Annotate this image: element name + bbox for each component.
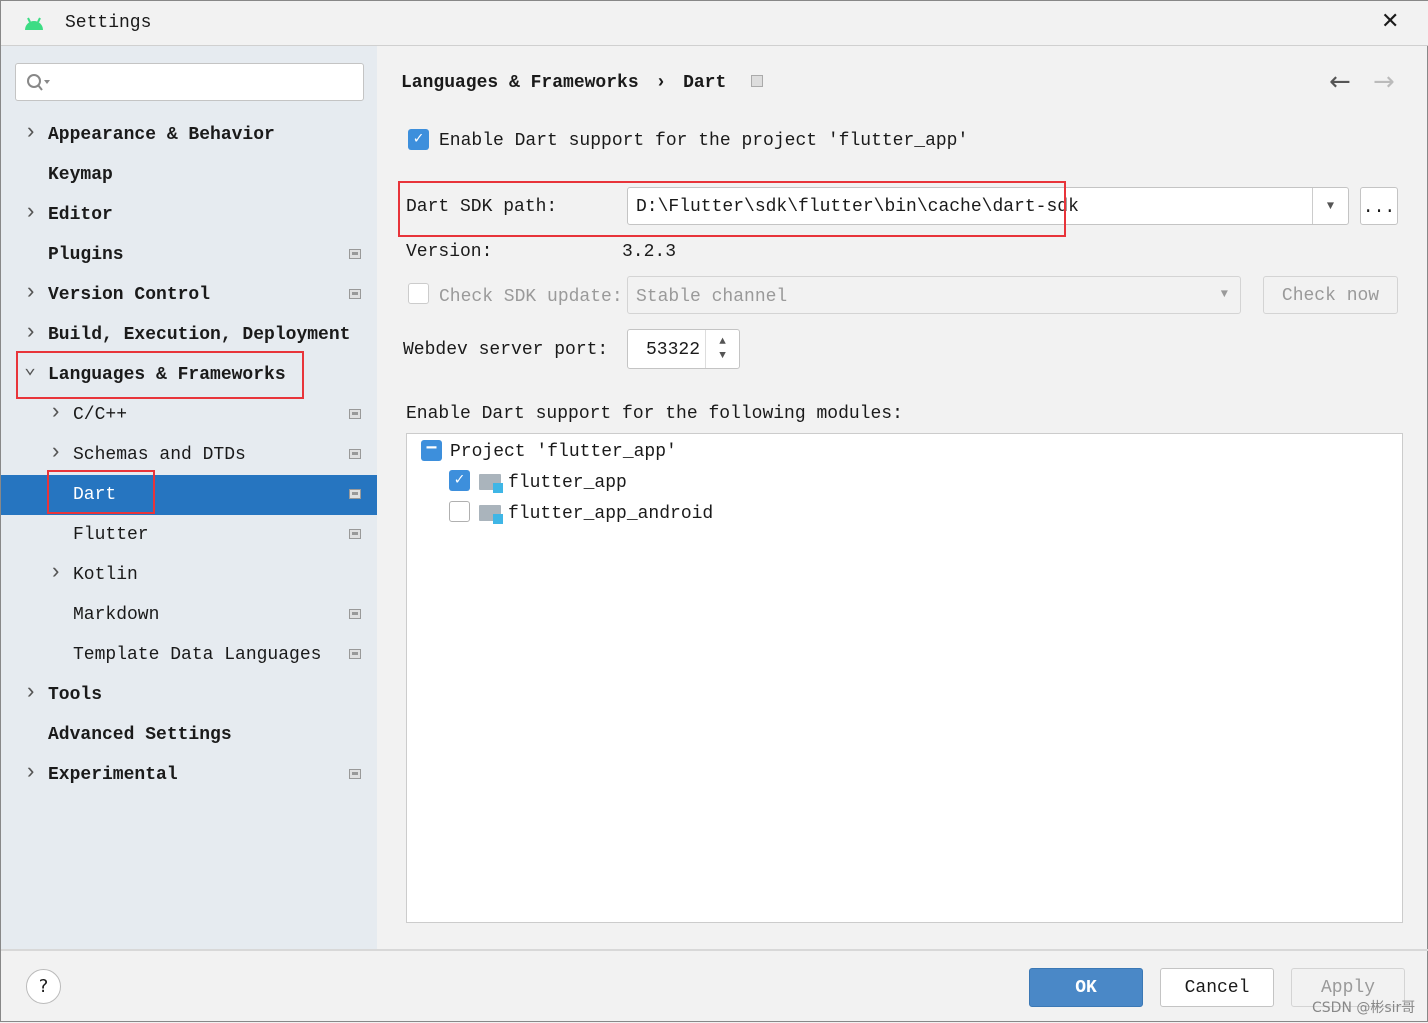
module-folder-icon [479,505,503,524]
channel-select[interactable]: Stable channel ▼ [627,276,1241,314]
search-icon [27,74,50,91]
project-scope-icon [349,529,361,539]
project-scope-icon [349,449,361,459]
sidebar-item-markdown[interactable]: Markdown [1,595,377,635]
port-value: 53322 [646,340,701,360]
project-scope-icon [751,75,764,87]
enable-dart-label: Enable Dart support for the project 'flu… [439,131,969,151]
channel-value: Stable channel [636,287,788,307]
dropdown-arrow-icon: ▼ [1220,287,1228,301]
project-partial-checkbox[interactable]: − [421,440,442,461]
chevron-right-icon[interactable]: › [49,433,62,473]
footer: ? OK Cancel Apply CSDN @彬sir哥 [1,949,1428,1023]
back-arrow-icon[interactable]: ← [1329,67,1351,97]
chevron-right-icon[interactable]: › [49,393,62,433]
module-label: flutter_app_android [508,504,714,524]
sidebar-item-label: Markdown [73,605,160,625]
breadcrumb-parent[interactable]: Languages & Frameworks [401,73,639,93]
project-scope-icon [349,649,361,659]
project-scope-icon [349,409,361,419]
sidebar-item-keymap[interactable]: Keymap [1,155,377,195]
breadcrumb-separator: › [655,73,667,93]
module-folder-icon [479,474,503,493]
chevron-right-icon[interactable]: › [24,193,37,233]
chevron-right-icon[interactable]: › [24,753,37,793]
sidebar-item-schemas-and-dtds[interactable]: › Schemas and DTDs [1,435,377,475]
sidebar-item-label: Advanced Settings [48,725,232,745]
sidebar-item-kotlin[interactable]: › Kotlin [1,555,377,595]
chevron-right-icon[interactable]: › [24,313,37,353]
check-update-label: Check SDK update: [439,287,623,307]
module-checkbox-flutter-app-android[interactable] [449,501,470,522]
sidebar-item-label: Appearance & Behavior [48,125,275,145]
ok-button[interactable]: OK [1029,968,1143,1007]
check-update-checkbox[interactable] [408,283,429,304]
sidebar-item-label: Keymap [48,165,113,185]
chevron-right-icon[interactable]: › [49,553,62,593]
highlight-sdk-path [398,181,1066,237]
check-now-button[interactable]: Check now [1263,276,1398,314]
project-scope-icon [349,769,361,779]
project-scope-icon [349,289,361,299]
sidebar-item-label: Version Control [48,285,211,305]
sidebar-item-build-execution-deployment[interactable]: › Build, Execution, Deployment [1,315,377,355]
sidebar-item-label: Schemas and DTDs [73,445,246,465]
forward-arrow-icon[interactable]: → [1373,67,1395,97]
module-label: flutter_app [508,473,627,493]
sidebar-item-label: Template Data Languages [73,645,322,665]
search-input[interactable] [15,63,364,101]
sidebar-item-label: Kotlin [73,565,138,585]
sidebar-item-tools[interactable]: › Tools [1,675,377,715]
sidebar-item-label: Editor [48,205,113,225]
highlight-languages-frameworks [16,351,304,399]
breadcrumb-current: Dart [683,73,727,93]
breadcrumb: Languages & Frameworks › Dart [401,73,764,93]
project-scope-icon [349,249,361,259]
chevron-right-icon[interactable]: › [24,273,37,313]
modules-label: Enable Dart support for the following mo… [406,404,903,424]
sidebar-item-c-c-[interactable]: › C/C++ [1,395,377,435]
sidebar-item-flutter[interactable]: Flutter [1,515,377,555]
cancel-button[interactable]: Cancel [1160,968,1274,1007]
window-title: Settings [65,13,152,33]
sidebar-item-version-control[interactable]: › Version Control [1,275,377,315]
sidebar-item-plugins[interactable]: Plugins [1,235,377,275]
enable-dart-checkbox[interactable]: ✓ [408,129,429,150]
modules-tree: − Project 'flutter_app' ✓ flutter_app fl… [406,433,1403,923]
android-icon [25,17,43,30]
dropdown-arrow-icon[interactable]: ▼ [1312,188,1348,224]
sidebar-item-advanced-settings[interactable]: Advanced Settings [1,715,377,755]
sidebar-item-label: Plugins [48,245,124,265]
sidebar-item-template-data-languages[interactable]: Template Data Languages [1,635,377,675]
sidebar-item-experimental[interactable]: › Experimental [1,755,377,795]
chevron-right-icon[interactable]: › [24,673,37,713]
spinner-arrows-icon[interactable]: ▲ ▼ [705,330,739,368]
sidebar-item-appearance-behavior[interactable]: › Appearance & Behavior [1,115,377,155]
title-bar: Settings ✕ [1,1,1428,46]
sidebar-item-label: Tools [48,685,103,705]
sidebar-item-label: Build, Execution, Deployment [48,325,351,345]
module-checkbox-flutter-app[interactable]: ✓ [449,470,470,491]
browse-button[interactable]: ... [1360,187,1398,225]
watermark: CSDN @彬sir哥 [1312,1000,1416,1016]
chevron-right-icon[interactable]: › [24,113,37,153]
project-label: Project 'flutter_app' [450,442,677,462]
highlight-dart [47,470,155,514]
project-scope-icon [349,489,361,499]
port-label: Webdev server port: [403,340,609,360]
help-button[interactable]: ? [26,969,61,1004]
sidebar-item-editor[interactable]: › Editor [1,195,377,235]
version-value: 3.2.3 [622,242,677,262]
sidebar-item-label: Flutter [73,525,149,545]
sidebar-item-label: C/C++ [73,405,128,425]
sidebar-item-label: Experimental [48,765,178,785]
port-spinner[interactable]: 53322 ▲ ▼ [627,329,740,369]
close-icon[interactable]: ✕ [1381,9,1399,34]
version-label: Version: [406,242,493,262]
project-scope-icon [349,609,361,619]
